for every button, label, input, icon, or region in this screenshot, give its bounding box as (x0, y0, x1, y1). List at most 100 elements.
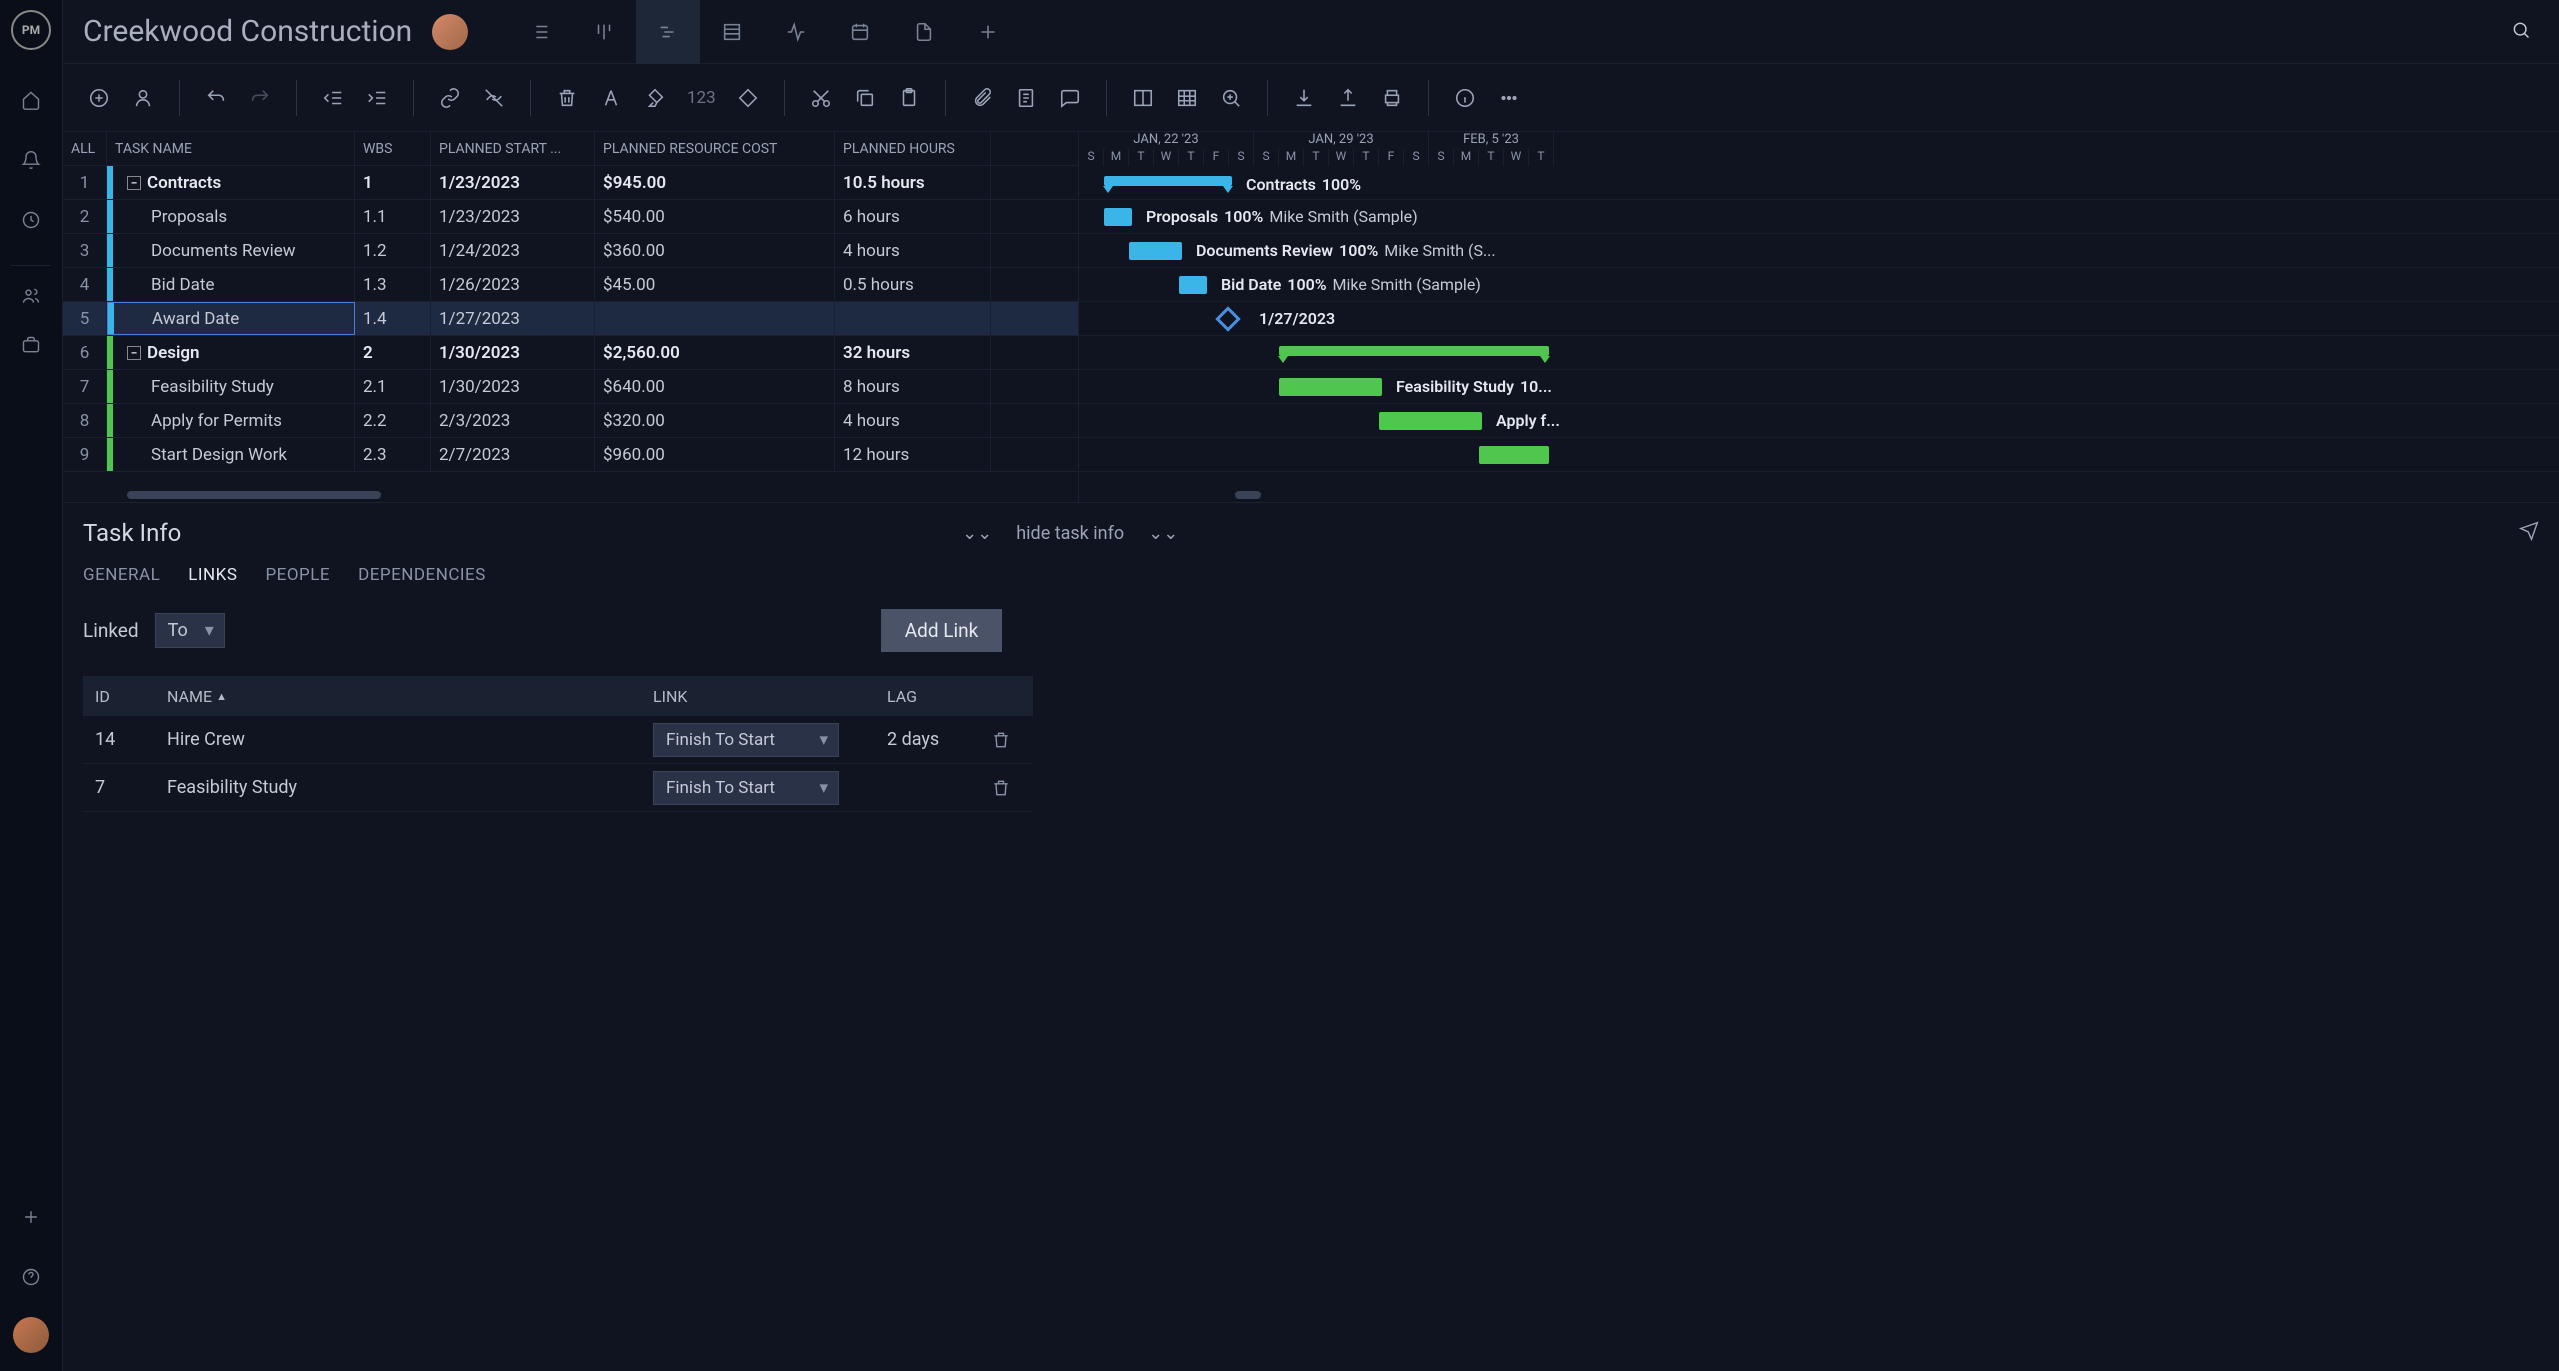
nav-people[interactable] (11, 265, 51, 305)
cost-cell[interactable]: $640.00 (595, 370, 835, 403)
task-row[interactable]: 3Documents Review1.21/24/2023$360.004 ho… (63, 234, 1078, 268)
wbs-cell[interactable]: 2.2 (355, 404, 431, 437)
wbs-cell[interactable]: 2 (355, 336, 431, 369)
task-name-cell[interactable]: Start Design Work (107, 438, 355, 471)
collapse-down-icon[interactable]: ⌄⌄ (962, 523, 992, 544)
project-owner-avatar[interactable] (432, 14, 468, 50)
nav-portfolio[interactable] (11, 325, 51, 365)
hours-cell[interactable]: 32 hours (835, 336, 991, 369)
import-button[interactable] (1288, 82, 1320, 114)
hours-cell[interactable]: 12 hours (835, 438, 991, 471)
wbs-cell[interactable]: 2.3 (355, 438, 431, 471)
task-name-cell[interactable]: Proposals (107, 200, 355, 233)
link-lag[interactable]: 2 days (875, 716, 973, 763)
gantt-bar[interactable]: Bid Date100%Mike Smith (Sample) (1179, 276, 1207, 294)
wbs-cell[interactable]: 1.2 (355, 234, 431, 267)
add-task-button[interactable] (83, 82, 115, 114)
tab-people[interactable]: PEOPLE (265, 565, 330, 585)
gantt-bar[interactable]: Feasibility Study10... (1279, 378, 1382, 396)
cost-cell[interactable]: $2,560.00 (595, 336, 835, 369)
task-name-cell[interactable]: Documents Review (107, 234, 355, 267)
wbs-cell[interactable]: 1.3 (355, 268, 431, 301)
links-col-lag[interactable]: LAG (875, 676, 973, 716)
outdent-button[interactable] (317, 82, 349, 114)
hours-cell[interactable]: 0.5 hours (835, 268, 991, 301)
app-logo[interactable]: PM (11, 10, 51, 50)
col-header-hours[interactable]: PLANNED HOURS (835, 132, 991, 165)
gantt-bar[interactable]: Contracts100% (1104, 176, 1232, 186)
columns-button[interactable] (1127, 82, 1159, 114)
view-calendar[interactable] (828, 0, 892, 64)
view-files[interactable] (892, 0, 956, 64)
wbs-cell[interactable]: 1 (355, 166, 431, 199)
task-name-cell[interactable]: −Contracts (107, 166, 355, 199)
tab-dependencies[interactable]: DEPENDENCIES (358, 565, 486, 585)
grid-horizontal-scrollbar[interactable] (63, 488, 1078, 502)
info-button[interactable] (1449, 82, 1481, 114)
gantt-milestone[interactable] (1215, 306, 1240, 331)
cost-cell[interactable] (595, 302, 835, 335)
task-row[interactable]: 7Feasibility Study2.11/30/2023$640.008 h… (63, 370, 1078, 404)
wbs-cell[interactable]: 1.4 (355, 302, 431, 335)
view-board[interactable] (572, 0, 636, 64)
start-cell[interactable]: 2/3/2023 (431, 404, 595, 437)
col-header-start[interactable]: PLANNED START ... (431, 132, 595, 165)
view-gantt[interactable] (636, 0, 700, 64)
delete-link-button[interactable] (973, 764, 1029, 811)
start-cell[interactable]: 1/23/2023 (431, 166, 595, 199)
nav-recent[interactable] (11, 200, 51, 240)
hide-task-info-button[interactable]: hide task info (1016, 523, 1124, 544)
links-col-link[interactable]: LINK (641, 676, 875, 716)
send-button[interactable] (2519, 521, 2539, 545)
start-cell[interactable]: 1/24/2023 (431, 234, 595, 267)
nav-help[interactable] (11, 1257, 51, 1297)
task-row[interactable]: 9Start Design Work2.32/7/2023$960.0012 h… (63, 438, 1078, 472)
add-link-button[interactable]: Add Link (881, 609, 1003, 652)
start-cell[interactable]: 2/7/2023 (431, 438, 595, 471)
paste-button[interactable] (893, 82, 925, 114)
user-avatar[interactable] (13, 1317, 49, 1353)
col-header-all[interactable]: ALL (63, 132, 107, 165)
number-format-button[interactable]: 123 (683, 88, 720, 108)
view-list[interactable] (508, 0, 572, 64)
gantt-bar[interactable]: Proposals100%Mike Smith (Sample) (1104, 208, 1132, 226)
print-button[interactable] (1376, 82, 1408, 114)
hours-cell[interactable]: 4 hours (835, 234, 991, 267)
cost-cell[interactable]: $320.00 (595, 404, 835, 437)
search-button[interactable] (2503, 12, 2539, 52)
task-name-cell[interactable]: Apply for Permits (107, 404, 355, 437)
cost-cell[interactable]: $360.00 (595, 234, 835, 267)
links-col-id[interactable]: ID (83, 676, 155, 716)
gantt-bar[interactable]: Apply f... (1379, 412, 1482, 430)
unlink-button[interactable] (478, 82, 510, 114)
collapse-icon[interactable]: − (127, 176, 141, 190)
view-sheet[interactable] (700, 0, 764, 64)
copy-button[interactable] (849, 82, 881, 114)
text-format-button[interactable] (595, 82, 627, 114)
task-row[interactable]: 1−Contracts11/23/2023$945.0010.5 hours (63, 166, 1078, 200)
task-row[interactable]: 2Proposals1.11/23/2023$540.006 hours (63, 200, 1078, 234)
task-name-cell[interactable]: Feasibility Study (107, 370, 355, 403)
zoom-button[interactable] (1215, 82, 1247, 114)
nav-home[interactable] (11, 80, 51, 120)
gantt-bar[interactable] (1279, 346, 1549, 356)
export-button[interactable] (1332, 82, 1364, 114)
nav-add[interactable] (11, 1197, 51, 1237)
assign-button[interactable] (127, 82, 159, 114)
task-name-cell[interactable]: Bid Date (107, 268, 355, 301)
cost-cell[interactable]: $45.00 (595, 268, 835, 301)
tab-links[interactable]: LINKS (188, 565, 237, 585)
delete-link-button[interactable] (973, 716, 1029, 763)
cut-button[interactable] (805, 82, 837, 114)
view-activity[interactable] (764, 0, 828, 64)
attach-button[interactable] (966, 82, 998, 114)
redo-button[interactable] (244, 82, 276, 114)
linked-direction-select[interactable]: To (155, 613, 225, 648)
wbs-cell[interactable]: 2.1 (355, 370, 431, 403)
tab-general[interactable]: GENERAL (83, 565, 160, 585)
nav-notifications[interactable] (11, 140, 51, 180)
wbs-cell[interactable]: 1.1 (355, 200, 431, 233)
start-cell[interactable]: 1/26/2023 (431, 268, 595, 301)
task-row[interactable]: 6−Design21/30/2023$2,560.0032 hours (63, 336, 1078, 370)
gantt-bar[interactable]: Documents Review100%Mike Smith (S... (1129, 242, 1182, 260)
